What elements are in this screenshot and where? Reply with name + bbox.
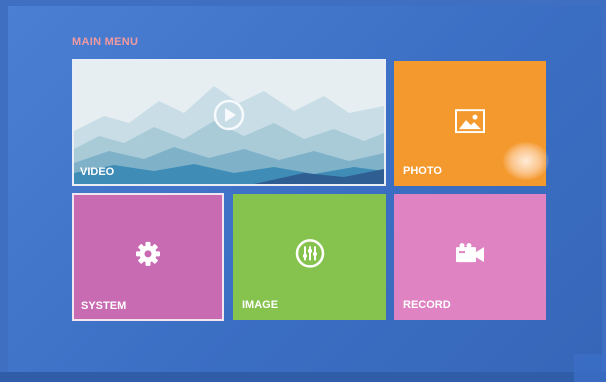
tile-label-record: RECORD [403, 299, 451, 311]
tile-label-image: IMAGE [242, 299, 279, 311]
tile-label-photo: PHOTO [403, 165, 442, 177]
tile-photo[interactable]: PHOTO [394, 61, 546, 186]
corner-shadow [574, 354, 606, 382]
camcorder-icon [454, 242, 486, 266]
page-title: MAIN MENU [72, 36, 139, 48]
gear-icon [135, 241, 161, 267]
tile-label-video: VIDEO [80, 166, 115, 178]
equalizer-icon [295, 238, 325, 268]
tile-image[interactable]: IMAGE [233, 194, 386, 320]
tile-system[interactable]: SYSTEM [72, 193, 224, 321]
play-icon [213, 99, 245, 131]
picture-icon [455, 108, 485, 133]
tile-record[interactable]: RECORD [394, 194, 546, 320]
screen-bezel [0, 372, 606, 382]
tile-label-system: SYSTEM [81, 300, 127, 312]
tile-video[interactable]: VIDEO [72, 59, 386, 186]
